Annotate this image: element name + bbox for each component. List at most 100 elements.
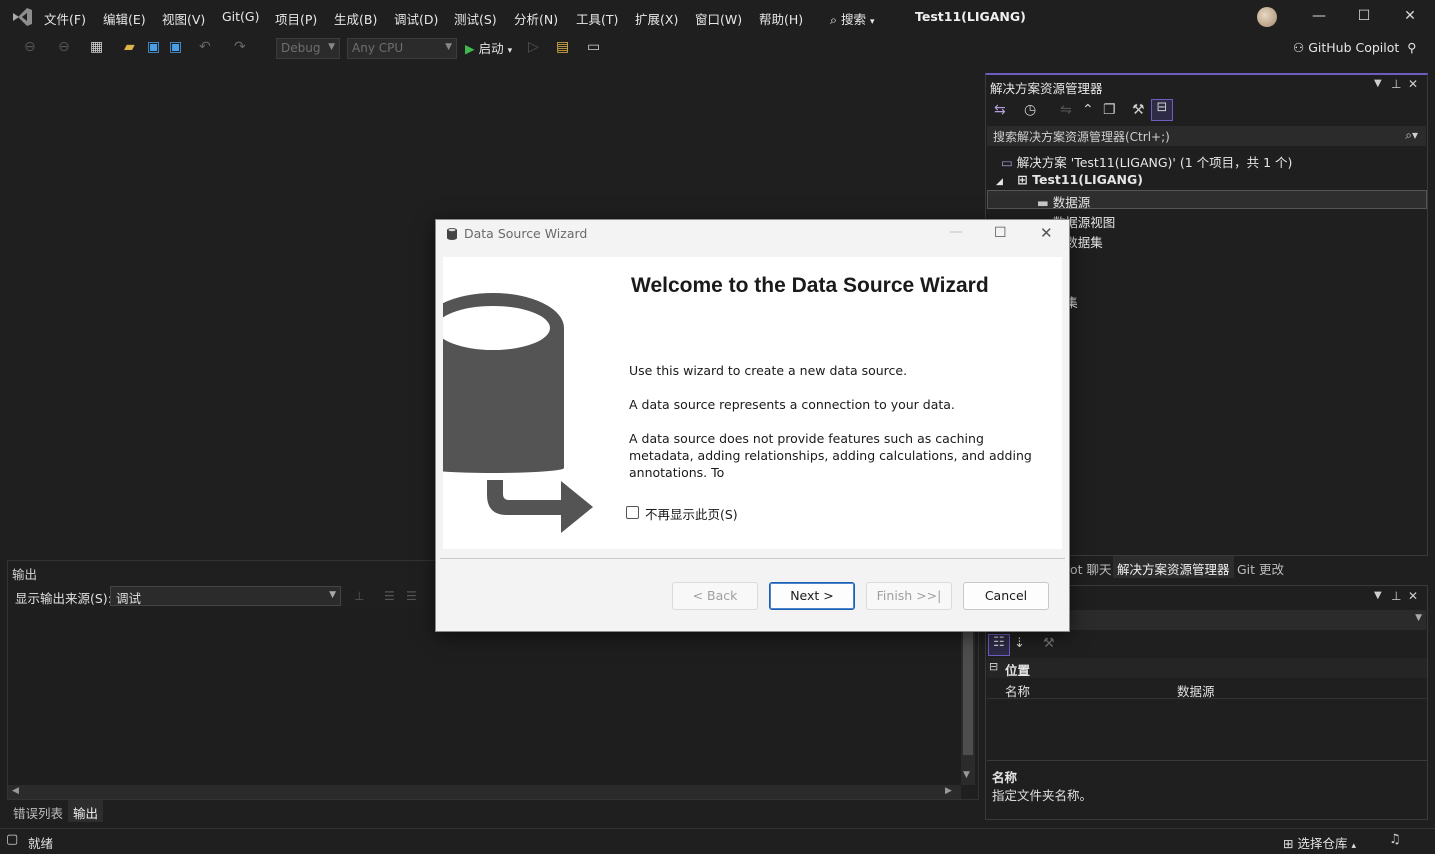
menu-file[interactable]: 文件(F) — [44, 9, 86, 28]
menu-window[interactable]: 窗口(W) — [695, 9, 742, 28]
tree-item-label: 数据源 — [1052, 195, 1091, 210]
collapse-all-icon[interactable]: ⌃ — [1082, 102, 1094, 118]
property-row[interactable]: 名称 数据源 — [987, 679, 1427, 699]
save-icon[interactable]: ▣ — [147, 39, 160, 55]
scroll-down-icon[interactable]: ▼ — [963, 770, 970, 780]
wrench-icon[interactable]: ⚒ — [1132, 102, 1145, 118]
scroll-right-icon[interactable]: ▶ — [945, 786, 952, 796]
wizard-features-text: A data source does not provide features … — [629, 431, 1032, 480]
panel-menu-icon[interactable]: ▼ — [1374, 590, 1382, 601]
tab-error-list[interactable]: 错误列表 — [8, 800, 68, 822]
select-repo-button[interactable]: ⊞ 选择仓库 ▴ — [1283, 833, 1356, 852]
menu-test[interactable]: 测试(S) — [454, 9, 497, 28]
cancel-button[interactable]: Cancel — [963, 582, 1049, 610]
solution-search-input[interactable]: 搜索解决方案资源管理器(Ctrl+;) ⌕▾ — [987, 126, 1426, 146]
pin-icon[interactable]: ⊥ — [1391, 589, 1401, 603]
bell-icon[interactable]: ♫ — [1389, 832, 1401, 847]
wizard-intro-text: Use this wizard to create a new data sou… — [629, 363, 908, 378]
output-text-area[interactable] — [8, 610, 968, 785]
tab-solution-explorer[interactable]: 解决方案资源管理器 — [1113, 556, 1234, 578]
config-combo[interactable]: Debug ▼ — [276, 38, 340, 59]
pin-icon[interactable]: ⊥ — [1391, 77, 1401, 91]
menu-analyze[interactable]: 分析(N) — [514, 9, 558, 28]
maximize-button[interactable]: ☐ — [1354, 8, 1374, 26]
categorized-icon[interactable]: ☷ — [988, 634, 1010, 656]
dialog-close-button[interactable]: ✕ — [1040, 224, 1053, 242]
preview-icon[interactable]: ⊟ — [1151, 99, 1173, 121]
avatar[interactable] — [1257, 7, 1277, 27]
prev-message-icon[interactable]: ☰ — [384, 589, 395, 603]
start-button[interactable]: ▶ 启动 ▾ — [465, 38, 512, 57]
save-all-icon[interactable]: ▣ — [169, 39, 182, 55]
folder-view-icon[interactable]: ▤ — [556, 39, 569, 55]
tree-solution[interactable]: ▭ 解决方案 'Test11(LIGANG)' (1 个项目，共 1 个) — [1001, 152, 1292, 171]
copilot-icon: ⚇ — [1293, 40, 1305, 55]
switch-icon[interactable]: ⇋ — [1060, 102, 1072, 118]
folder-icon: ▬ — [1037, 195, 1049, 210]
platform-combo[interactable]: Any CPU ▼ — [347, 38, 457, 59]
back-button[interactable]: < Back — [672, 582, 758, 610]
show-all-files-icon[interactable]: ❐ — [1103, 102, 1116, 118]
undo-icon[interactable]: ↶ — [199, 39, 211, 55]
next-message-icon[interactable]: ☰ — [406, 589, 417, 603]
output-source-combo[interactable]: 调试 ▼ — [110, 586, 341, 606]
tree-project[interactable]: ◢ ⊞ Test11(LIGANG) — [996, 172, 1143, 187]
menu-build[interactable]: 生成(B) — [334, 9, 377, 28]
property-category[interactable]: ⊟ 位置 — [987, 658, 1427, 678]
chevron-down-icon: ▼ — [1415, 613, 1422, 623]
tab-copilot-chat[interactable]: ot 聊天 — [1066, 556, 1116, 578]
copilot-button[interactable]: ⚇ GitHub Copilot ⚲ — [1293, 40, 1416, 55]
menu-project[interactable]: 项目(P) — [275, 9, 317, 28]
forward-icon[interactable]: ⊖ — [58, 39, 70, 55]
output-scroll-thumb[interactable] — [963, 620, 973, 755]
history-icon[interactable]: ◷ — [1024, 102, 1036, 118]
tab-git-changes[interactable]: Git 更改 — [1233, 556, 1288, 578]
alphabetical-icon[interactable]: ⇣ — [1014, 636, 1025, 651]
description-title: 名称 — [992, 770, 1018, 785]
tab-output[interactable]: 输出 — [68, 800, 104, 822]
back-icon[interactable]: ⊖ — [24, 39, 36, 55]
search-icon: ⌕ — [830, 12, 838, 27]
panel-menu-icon[interactable]: ▼ — [1374, 78, 1382, 89]
menu-tools[interactable]: 工具(T) — [576, 9, 618, 28]
redo-icon[interactable]: ↷ — [234, 39, 246, 55]
minimize-button[interactable]: — — [1309, 8, 1329, 26]
start-without-debug-icon[interactable]: ▷ — [528, 39, 539, 55]
finish-button[interactable]: Finish >>| — [866, 582, 952, 610]
project-icon: ⊞ — [1017, 172, 1028, 187]
property-pages-icon[interactable]: ⚒ — [1043, 636, 1055, 651]
copilot-label: GitHub Copilot — [1308, 40, 1400, 55]
menu-extensions[interactable]: 扩展(X) — [635, 9, 678, 28]
close-icon[interactable]: ✕ — [1408, 589, 1418, 603]
dont-show-again-checkbox[interactable] — [626, 506, 639, 519]
new-item-icon[interactable]: ▦ — [90, 39, 103, 55]
menu-git[interactable]: Git(G) — [222, 9, 260, 24]
next-button[interactable]: Next > — [769, 582, 855, 610]
property-value[interactable]: 数据源 — [1177, 681, 1215, 700]
find-message-icon[interactable]: ⊥ — [354, 589, 364, 603]
menu-view[interactable]: 视图(V) — [162, 9, 205, 28]
tree-item-datasource[interactable]: ▬ 数据源 — [1037, 192, 1090, 211]
sync-icon[interactable]: ⇆ — [994, 102, 1006, 118]
status-bar — [0, 828, 1435, 854]
menu-debug[interactable]: 调试(D) — [394, 9, 438, 28]
description-text: 指定文件夹名称。 — [992, 788, 1093, 803]
close-icon[interactable]: ✕ — [1408, 77, 1418, 91]
notification-status-icon[interactable]: ▢ — [6, 832, 18, 847]
menu-help[interactable]: 帮助(H) — [759, 9, 803, 28]
menu-edit[interactable]: 编辑(E) — [103, 9, 146, 28]
output-horizontal-scrollbar[interactable] — [8, 785, 961, 799]
dont-show-again-label[interactable]: 不再显示此页(S) — [645, 504, 738, 523]
scroll-left-icon[interactable]: ◀ — [12, 786, 19, 796]
global-search[interactable]: ⌕ 搜索 ▾ — [830, 9, 875, 28]
property-name: 名称 — [1005, 684, 1031, 699]
chevron-down-icon: ▾ — [870, 17, 875, 27]
wizard-heading: Welcome to the Data Source Wizard — [631, 274, 989, 297]
open-folder-icon[interactable]: ▰ — [124, 39, 135, 55]
dialog-maximize-button[interactable]: ☐ — [994, 225, 1007, 241]
dialog-minimize-button[interactable]: — — [949, 224, 963, 240]
database-icon — [447, 228, 457, 240]
layout-icon[interactable]: ▭ — [587, 39, 600, 55]
close-button[interactable]: ✕ — [1400, 8, 1420, 26]
chevron-down-icon: ▾ — [507, 46, 513, 56]
